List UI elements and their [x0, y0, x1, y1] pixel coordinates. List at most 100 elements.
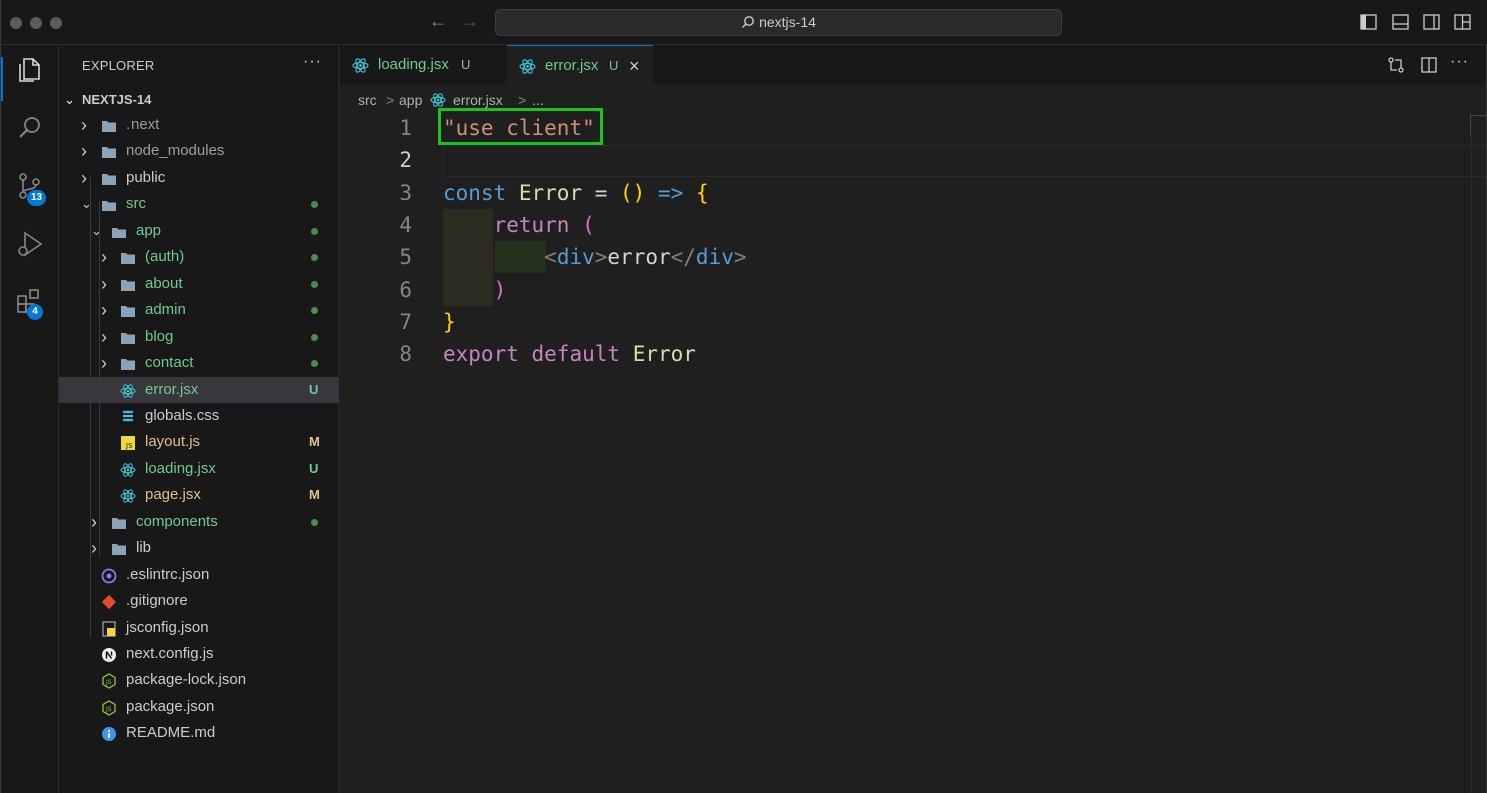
- toggle-primary-sidebar-icon[interactable]: [1360, 14, 1377, 30]
- tree-item[interactable]: .eslintrc.json: [59, 562, 339, 588]
- compare-changes-icon[interactable]: [1387, 56, 1405, 74]
- forward-arrow-icon[interactable]: →: [461, 11, 479, 32]
- code-token: div: [695, 245, 734, 270]
- modified-dot: [311, 333, 318, 341]
- line-number: 5: [399, 245, 412, 270]
- tree-item-label: loading.jsx: [145, 459, 216, 477]
- chevron-right-icon[interactable]: ›: [101, 297, 107, 323]
- tree-item-label: page.jsx: [145, 486, 201, 504]
- search-icon[interactable]: [15, 113, 45, 143]
- tree-item-label: lib: [136, 539, 152, 557]
- tree-item[interactable]: ⌄ app: [59, 218, 339, 244]
- chevron-right-icon[interactable]: ›: [81, 165, 87, 191]
- toggle-secondary-sidebar-icon[interactable]: [1423, 14, 1440, 30]
- tree-item[interactable]: README.md: [59, 720, 339, 746]
- chevron-right-icon[interactable]: ›: [101, 350, 107, 376]
- code-line: 3 const Error = () => {: [340, 177, 1470, 209]
- tree-item[interactable]: › node_modules: [59, 138, 339, 164]
- tree-item[interactable]: JS layout.js M: [59, 429, 339, 455]
- tree-item[interactable]: next.config.js: [59, 641, 339, 667]
- react-icon: [120, 463, 136, 477]
- react-icon: [430, 93, 446, 107]
- tree-item[interactable]: ›. next: [59, 112, 339, 138]
- tab-status: U: [609, 58, 619, 73]
- modified-dot: [311, 280, 318, 288]
- code-token: const: [443, 180, 507, 205]
- tree-item-label: error.jsx: [145, 380, 199, 398]
- tree-item[interactable]: ⌄ src: [59, 191, 339, 217]
- tree-item[interactable]: › (auth): [59, 244, 339, 270]
- project-header[interactable]: ⌄ NEXTJS-14: [59, 89, 339, 111]
- activity-bar: 13 4: [1, 45, 59, 793]
- tree-item[interactable]: error.jsx U: [59, 376, 339, 403]
- chevron-right-icon[interactable]: ›: [81, 112, 87, 138]
- chevron-right-icon[interactable]: ›: [101, 244, 107, 270]
- more-actions-icon[interactable]: ···: [303, 53, 322, 71]
- tree-item-label: package.json: [126, 697, 215, 715]
- tree-item[interactable]: JS package.json: [59, 694, 339, 720]
- tree-item[interactable]: › public: [59, 165, 339, 191]
- more-actions-icon[interactable]: ···: [1450, 53, 1469, 71]
- tree-item-label: components: [136, 512, 218, 530]
- code-token: <: [544, 245, 557, 270]
- customize-layout-icon[interactable]: [1454, 14, 1471, 30]
- zoom-window-button[interactable]: [50, 17, 62, 29]
- tab-error-jsx[interactable]: error.jsx U ×: [507, 45, 653, 85]
- modified-dot: [311, 307, 318, 315]
- folder-icon: [102, 121, 116, 132]
- react-icon: [352, 58, 369, 73]
- minimize-window-button[interactable]: [30, 17, 42, 29]
- line-number: 7: [399, 309, 412, 334]
- code-token: (): [620, 180, 646, 205]
- chevron-right-icon[interactable]: ›: [81, 138, 87, 164]
- tree-item[interactable]: JS package-lock.json: [59, 667, 339, 693]
- back-arrow-icon[interactable]: ←: [429, 11, 447, 32]
- toggle-panel-icon[interactable]: [1392, 14, 1409, 30]
- tree-item[interactable]: › blog: [59, 324, 339, 350]
- command-center[interactable]: nextjs-14: [495, 9, 1062, 36]
- close-tab-icon[interactable]: ×: [629, 46, 640, 86]
- files-icon[interactable]: [15, 55, 45, 85]
- tree-item[interactable]: jsconfig.json: [59, 615, 339, 641]
- tree-item-label: admin: [145, 301, 186, 319]
- use-client-highlight-box: [438, 108, 603, 145]
- tree-item-label: README.md: [126, 724, 216, 742]
- chevron-right-icon[interactable]: ›: [101, 324, 107, 350]
- chevron-down-icon: ⌄: [64, 92, 75, 107]
- split-editor-icon[interactable]: [1420, 56, 1438, 74]
- tab-loading-jsx[interactable]: loading.jsx U: [340, 45, 507, 85]
- tab-bar: loading.jsx U error.jsx U × ···: [340, 45, 1486, 85]
- chevron-down-icon[interactable]: ⌄: [91, 218, 102, 244]
- minimap-slider[interactable]: [1470, 115, 1486, 135]
- svg-text:JS: JS: [125, 442, 133, 450]
- close-window-button[interactable]: [10, 17, 22, 29]
- tree-item[interactable]: › contact: [59, 350, 339, 376]
- folder-icon: [121, 253, 135, 265]
- folder-icon: [121, 359, 135, 371]
- tree-item[interactable]: › lib: [59, 535, 339, 561]
- tree-item[interactable]: › about: [59, 271, 339, 297]
- chevron-right-icon[interactable]: ›: [101, 271, 107, 297]
- code-line: 2: [340, 144, 1470, 176]
- breadcrumb-app[interactable]: app: [399, 89, 422, 111]
- editor-scrollbar[interactable]: [1471, 135, 1472, 793]
- run-debug-icon[interactable]: [15, 229, 45, 259]
- tree-item[interactable]: › admin: [59, 297, 339, 323]
- react-icon: [519, 59, 536, 74]
- folder-icon: [102, 201, 116, 212]
- active-indicator: [1, 57, 3, 101]
- tree-item[interactable]: .gitignore: [59, 588, 339, 614]
- tree-item[interactable]: loading.jsx U: [59, 456, 339, 482]
- tree-item-label: .gitignore: [126, 592, 188, 610]
- tree-item[interactable]: › components: [59, 509, 339, 535]
- chevron-right-icon[interactable]: ›: [91, 509, 97, 535]
- line-number: 2: [399, 148, 412, 173]
- tree-item[interactable]: globals.css: [59, 403, 339, 429]
- code-token: error: [607, 245, 671, 270]
- modified-dot: [311, 254, 318, 262]
- breadcrumb-src[interactable]: src: [358, 89, 377, 111]
- chevron-right-icon[interactable]: ›: [91, 535, 97, 561]
- tree-item[interactable]: page.jsx M: [59, 482, 339, 508]
- folder-icon: [121, 279, 135, 291]
